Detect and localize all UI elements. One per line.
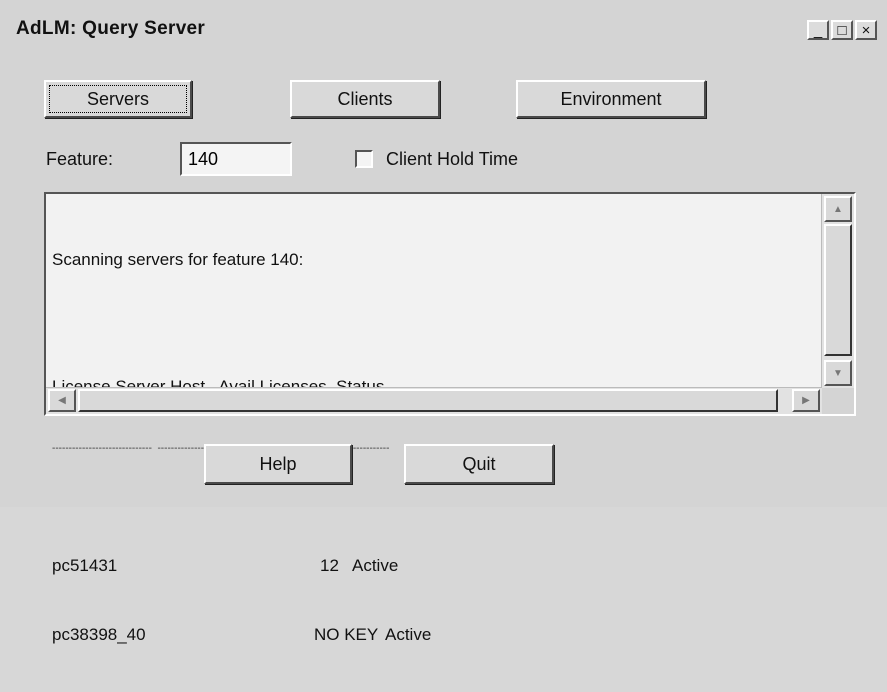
help-button[interactable]: Help: [204, 444, 352, 484]
row-status: Active: [352, 556, 399, 575]
client-hold-time-label: Client Hold Time: [386, 149, 519, 169]
clients-button[interactable]: Clients: [290, 80, 440, 118]
vertical-scroll-thumb[interactable]: [824, 224, 852, 356]
servers-button[interactable]: Servers: [44, 80, 192, 118]
maximize-button[interactable]: □: [831, 20, 853, 40]
maximize-icon: □: [837, 21, 847, 39]
client-hold-time-checkbox[interactable]: [355, 150, 373, 168]
minimize-button[interactable]: _: [807, 20, 829, 40]
minimize-icon: _: [813, 21, 823, 39]
feature-label: Feature:: [46, 149, 114, 169]
row-host: pc51431: [52, 556, 118, 575]
row-host: pc38398_40: [52, 625, 146, 644]
row-licenses: 12: [320, 556, 339, 575]
scroll-up-button[interactable]: ▲: [824, 196, 852, 222]
arrow-left-icon: ◀: [58, 395, 66, 406]
quit-button[interactable]: Quit: [404, 444, 554, 484]
query-server-window: AdLM: Query Server _ □ × Servers Clients…: [0, 0, 887, 644]
window-title: AdLM: Query Server: [16, 18, 206, 39]
arrow-down-icon: ▼: [833, 367, 843, 379]
scroll-down-button[interactable]: ▼: [824, 360, 852, 386]
scrollbar-corner: [822, 388, 854, 414]
table-row: pc51431 12 Active: [52, 554, 814, 577]
arrow-up-icon: ▲: [833, 203, 843, 215]
table-row: pc38398_40 NO KEY Active: [52, 623, 814, 646]
scroll-right-button[interactable]: ▶: [792, 389, 820, 412]
vertical-scrollbar[interactable]: ▲ ▼: [821, 194, 854, 388]
scan-output-box[interactable]: Scanning servers for feature 140: Licens…: [44, 192, 856, 644]
window-controls: _ □ ×: [807, 20, 877, 40]
close-icon: ×: [861, 21, 871, 39]
feature-input[interactable]: [180, 142, 292, 176]
arrow-right-icon: ▶: [802, 395, 810, 406]
environment-button[interactable]: Environment: [516, 80, 706, 118]
scan-heading: Scanning servers for feature 140:: [52, 250, 304, 269]
close-button[interactable]: ×: [855, 20, 877, 40]
scroll-left-button[interactable]: ◀: [48, 389, 76, 412]
row-status: Active: [385, 625, 432, 644]
row-licenses: NO KEY: [314, 625, 379, 644]
horizontal-scrollbar[interactable]: ◀ ▶: [46, 387, 822, 414]
horizontal-scroll-thumb[interactable]: [78, 389, 778, 412]
